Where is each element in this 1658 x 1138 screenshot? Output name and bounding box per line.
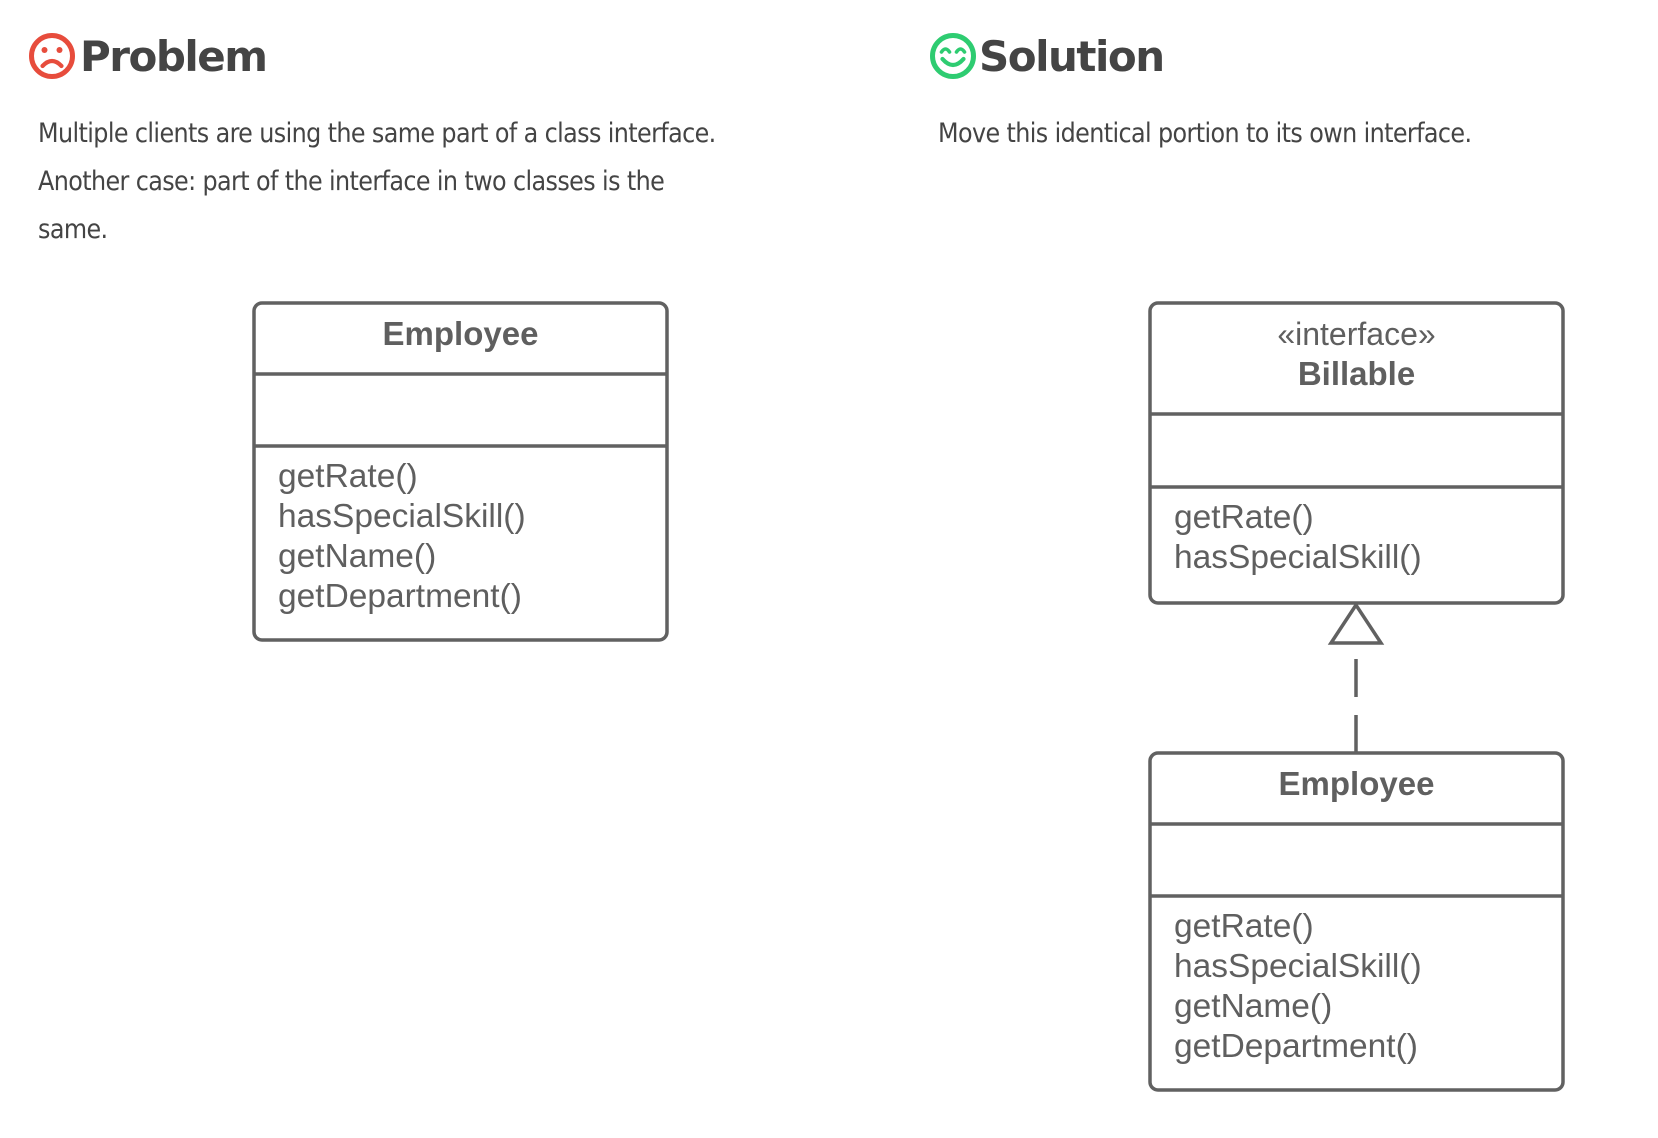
class-name: Employee: [1279, 765, 1435, 802]
class-method: getDepartment(): [278, 578, 522, 615]
class-method: getDepartment(): [1174, 1028, 1418, 1065]
class-method: getName(): [278, 538, 436, 575]
solution-billable-interface: «interface» Billable getRate() hasSpecia…: [1148, 301, 1565, 605]
class-name: Employee: [383, 315, 539, 352]
hollow-triangle-arrowhead-icon: [1327, 601, 1385, 645]
class-method: hasSpecialSkill(): [1174, 948, 1422, 985]
interface-method: getRate(): [1174, 499, 1314, 536]
realization-arrow: [1327, 601, 1385, 753]
uml-diagram-canvas: Employee getRate() hasSpecialSkill() get…: [252, 301, 1565, 1092]
interface-method: hasSpecialSkill(): [1174, 539, 1422, 576]
class-method: getRate(): [278, 458, 418, 495]
interface-name: Billable: [1298, 355, 1415, 392]
class-method: getName(): [1174, 988, 1332, 1025]
solution-employee-class: Employee getRate() hasSpecialSkill() get…: [1148, 751, 1565, 1092]
problem-employee-class: Employee getRate() hasSpecialSkill() get…: [252, 301, 669, 642]
interface-stereotype: «interface»: [1277, 316, 1435, 352]
class-method: getRate(): [1174, 908, 1314, 945]
class-method: hasSpecialSkill(): [278, 498, 526, 535]
